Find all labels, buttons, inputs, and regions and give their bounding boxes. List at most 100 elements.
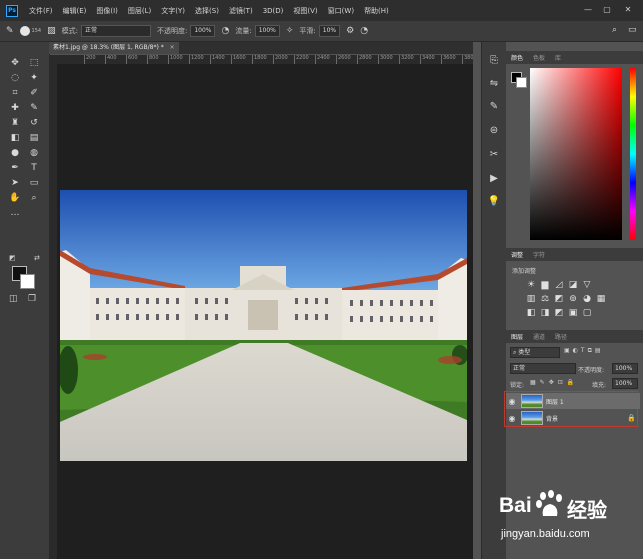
pen-tool-icon[interactable]: ✒ — [6, 161, 24, 176]
brush-preset-picker[interactable]: 154 — [19, 26, 41, 36]
curves-icon[interactable]: ◿ — [552, 280, 566, 291]
menu-window[interactable]: 窗口(W) — [323, 6, 359, 16]
flow-field[interactable]: 100% — [254, 25, 280, 37]
blur-tool-icon[interactable]: ● — [6, 146, 24, 161]
move-tool-icon[interactable]: ✥ — [6, 56, 24, 71]
airbrush-icon[interactable]: ✧ — [286, 26, 294, 36]
fill-field[interactable]: 100% — [612, 378, 638, 389]
dodge-tool-icon[interactable]: ◍ — [25, 146, 43, 161]
layer-opacity-field[interactable]: 100% — [612, 363, 638, 374]
search-icon[interactable]: ⌕ — [612, 25, 617, 35]
info-bulb-icon[interactable]: 💡 — [487, 195, 501, 209]
invert-icon[interactable]: ◧ — [524, 308, 538, 319]
default-colors-icon[interactable]: ◩ — [9, 254, 16, 262]
layer-filter-kind-select[interactable]: ⌕ 类型 — [510, 347, 560, 358]
tab-adjustments[interactable]: 调整 — [506, 250, 528, 259]
posterize-icon[interactable]: ◨ — [538, 308, 552, 319]
menu-select[interactable]: 选择(S) — [190, 6, 224, 16]
tab-layers[interactable]: 图层 — [506, 332, 528, 341]
document-tab[interactable]: 素材1.jpg @ 18.3% (图层 1, RGB/8*) * ✕ — [49, 42, 179, 54]
healing-brush-icon[interactable]: ✚ — [6, 101, 24, 116]
smoothing-settings-gear-icon[interactable]: ⚙ — [346, 26, 354, 36]
maximize-icon[interactable]: ▢ — [601, 4, 613, 16]
clone-source-icon[interactable]: ⊜ — [487, 124, 501, 138]
blend-mode-select[interactable]: 正常 — [510, 363, 576, 374]
exposure-icon[interactable]: ◪ — [566, 280, 580, 291]
tab-color[interactable]: 颜色 — [506, 53, 528, 62]
document-image[interactable] — [60, 190, 467, 461]
tab-channels[interactable]: 通道 — [528, 332, 550, 341]
color-panel-background-swatch[interactable] — [516, 77, 527, 88]
menu-filter[interactable]: 滤镜(T) — [224, 6, 258, 16]
hue-slider[interactable] — [630, 68, 636, 240]
visibility-eye-icon[interactable]: ◉ — [506, 414, 518, 423]
lasso-tool-icon[interactable]: ◌ — [6, 71, 24, 86]
canvas-area[interactable] — [57, 64, 473, 559]
menu-image[interactable]: 图像(I) — [91, 6, 123, 16]
screen-mode-icon[interactable]: ❐ — [28, 294, 36, 304]
channel-mixer-icon[interactable]: ◕ — [580, 294, 594, 305]
layer-filter-icons[interactable]: ▣◐T⧉▤ — [564, 347, 604, 355]
menu-edit[interactable]: 编辑(E) — [58, 6, 92, 16]
swap-colors-icon[interactable]: ⇄ — [34, 254, 40, 262]
brush-tool-icon[interactable]: ✎ — [6, 26, 14, 36]
visibility-eye-icon[interactable]: ◉ — [506, 397, 518, 406]
menu-file[interactable]: 文件(F) — [24, 6, 58, 16]
hue-saturation-icon[interactable]: ▥ — [524, 294, 538, 305]
brush-tool-icon-panel[interactable]: ✎ — [25, 101, 43, 116]
menu-type[interactable]: 文字(Y) — [156, 6, 190, 16]
layer-row-background[interactable]: ◉ 背景 🔒 — [506, 410, 640, 426]
pressure-size-icon[interactable]: ◔ — [360, 26, 368, 36]
menu-3d[interactable]: 3D(D) — [258, 7, 289, 15]
levels-icon[interactable]: ▆ — [538, 280, 552, 291]
lock-icons[interactable]: ▦✎✥⊡🔒 — [530, 379, 578, 386]
eyedropper-icon[interactable]: ✐ — [25, 86, 43, 101]
marquee-tool-icon[interactable]: ⬚ — [25, 56, 43, 71]
selective-color-icon[interactable]: ▢ — [580, 308, 594, 319]
color-balance-icon[interactable]: ⚖ — [538, 294, 552, 305]
vibrance-icon[interactable]: ▽ — [580, 280, 594, 291]
minimize-icon[interactable]: — — [582, 4, 594, 16]
brush-settings-icon-dock[interactable]: ✎ — [487, 100, 501, 114]
brightness-icon[interactable]: ☀ — [524, 280, 538, 291]
workspace-icon[interactable]: ▭ — [628, 25, 637, 35]
pressure-opacity-icon[interactable]: ◔ — [221, 26, 229, 36]
close-tab-icon[interactable]: ✕ — [170, 44, 175, 51]
rectangle-tool-icon[interactable]: ▭ — [25, 176, 43, 191]
threshold-icon[interactable]: ◩ — [552, 308, 566, 319]
type-tool-icon[interactable]: T — [25, 161, 43, 176]
history-icon[interactable]: ⎘ — [487, 54, 501, 68]
color-picker-field[interactable] — [530, 68, 622, 240]
layer-row-layer1[interactable]: ◉ 图层 1 — [506, 393, 640, 409]
eraser-tool-icon[interactable]: ◧ — [6, 131, 24, 146]
photo-filter-icon[interactable]: ⊚ — [566, 294, 580, 305]
hand-tool-icon[interactable]: ✋ — [6, 191, 24, 206]
quick-mask-icon[interactable]: ◫ — [9, 294, 18, 304]
tab-libraries[interactable]: 库 — [550, 53, 566, 62]
close-icon[interactable]: ✕ — [622, 4, 634, 16]
tab-swatches[interactable]: 色板 — [528, 53, 550, 62]
tab-character[interactable]: 字符 — [528, 250, 550, 259]
zoom-tool-icon[interactable]: ⌕ — [25, 191, 43, 206]
path-selection-icon[interactable]: ➤ — [6, 176, 24, 191]
actions-play-icon[interactable]: ▶ — [487, 172, 501, 186]
smoothing-field[interactable]: 10% — [318, 25, 341, 37]
magic-wand-icon[interactable]: ✦ — [25, 71, 43, 86]
mode-select[interactable]: 正常 — [80, 25, 151, 37]
background-color-swatch[interactable] — [20, 274, 35, 289]
color-lookup-icon[interactable]: ▦ — [594, 294, 608, 305]
more-tools-icon[interactable]: … — [6, 206, 24, 221]
gradient-tool-icon[interactable]: ▤ — [25, 131, 43, 146]
menu-layer[interactable]: 图层(L) — [123, 6, 156, 16]
history-brush-icon[interactable]: ↺ — [25, 116, 43, 131]
adjustments-sliders-icon[interactable]: ⇋ — [487, 77, 501, 91]
brush-settings-icon[interactable]: ▨ — [47, 26, 56, 36]
tab-paths[interactable]: 路径 — [550, 332, 572, 341]
gradient-map-icon[interactable]: ▣ — [566, 308, 580, 319]
tool-presets-icon[interactable]: ✂ — [487, 148, 501, 162]
black-white-icon[interactable]: ◩ — [552, 294, 566, 305]
menu-view[interactable]: 视图(V) — [288, 6, 322, 16]
opacity-field[interactable]: 100% — [190, 25, 216, 37]
menu-help[interactable]: 帮助(H) — [359, 6, 394, 16]
crop-tool-icon[interactable]: ⌗ — [6, 86, 24, 101]
